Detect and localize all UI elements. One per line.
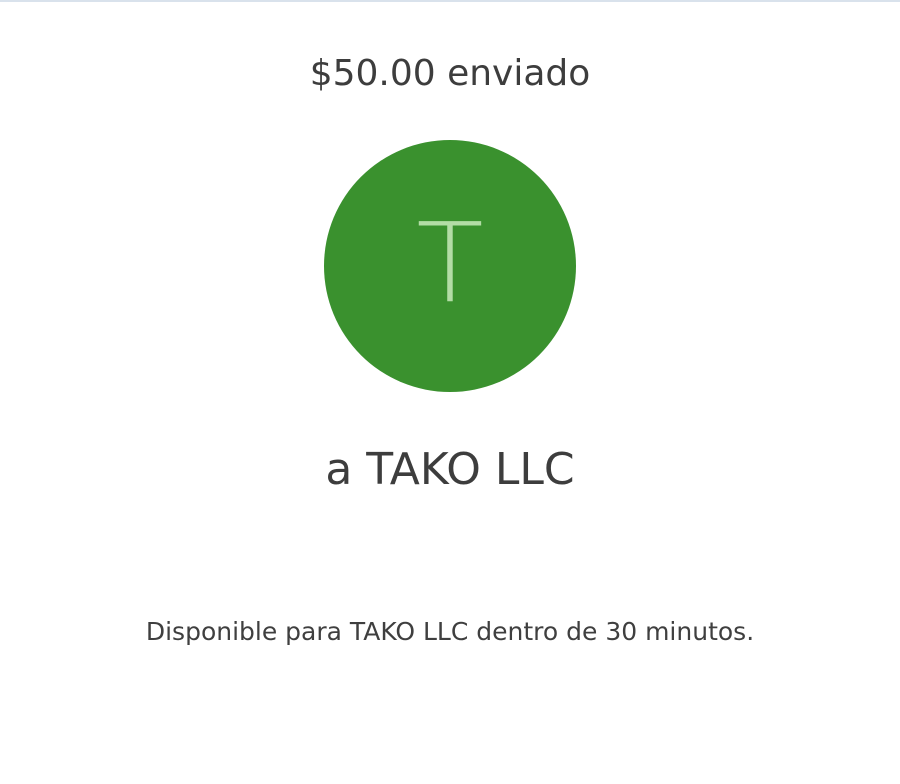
availability-note: Disponible para TAKO LLC dentro de 30 mi… <box>145 617 755 646</box>
amount-sent-title: $50.00 enviado <box>309 53 591 94</box>
recipient-name: a TAKO LLC <box>325 444 575 495</box>
top-divider <box>0 0 900 2</box>
recipient-avatar: T <box>324 140 576 392</box>
avatar-initial: T <box>416 199 484 327</box>
